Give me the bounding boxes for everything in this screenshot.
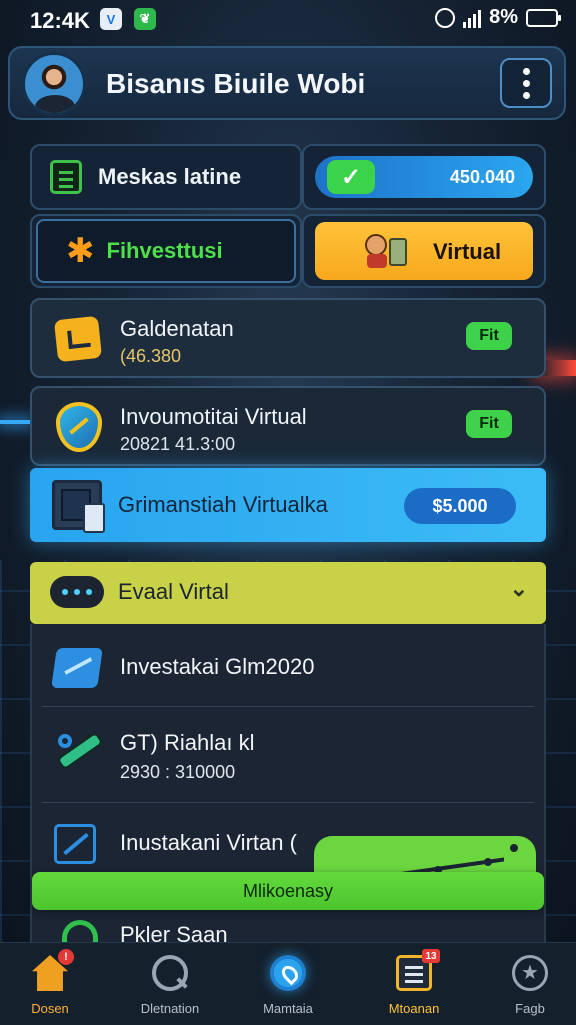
fit-badge[interactable]: Fit [466,410,512,438]
list-item[interactable]: GT) Riahlaı kl 2930 : 310000 [32,722,544,812]
more-menu-button[interactable] [500,58,552,108]
nav-item-home[interactable]: ! Dosen [2,949,98,1023]
card-title: Invoumotitai Virtual [120,404,307,429]
document-icon [50,160,82,194]
nav-label: Fagb [515,1001,545,1016]
virtual-label: Virtual [433,239,502,264]
nav-item-map[interactable]: Mamtaia [240,949,336,1023]
chart-icon [51,648,103,688]
divider [42,802,534,803]
map-icon [270,955,306,991]
nav-label: Dletnation [140,1001,200,1016]
tile-label: Meskas latine [98,164,242,189]
card-subtitle: (46.380 [120,346,182,366]
accordion-header[interactable]: Evaal Virtal ⌄ [30,562,546,624]
trend-icon [54,824,96,864]
accordion-title: Evaal Virtal [118,579,229,604]
nav-label: Mamtaia [263,1001,313,1016]
cloud-icon [50,576,104,608]
status-bar: 12:4K V ❦ 8% [0,0,576,40]
price-button[interactable]: $5.000 [404,488,516,524]
divider [42,706,534,707]
status-indicators: 8% [435,6,561,29]
check-icon: ✓ [327,160,375,194]
shield-icon [56,402,102,452]
highlight-card[interactable]: Grimanstiah Virtualka $5.000 [30,468,546,542]
card-subtitle: 20821 41.3:00 [120,434,236,454]
bottom-nav: ! Dosen Dletnation Mamtaia 13 Mtoanan ★ … [0,942,576,1025]
list-item-title: GT) Riahlaı kl [120,730,255,755]
burst-icon: ✱ [66,232,95,270]
tile-label: Fihvesttusi [106,238,223,263]
avatar[interactable] [22,52,86,116]
battery-percentage: 8% [489,6,518,28]
balance-pill: ✓ 450.040 [315,156,533,198]
action-bar-button[interactable]: Mlikoenasy [32,872,544,910]
status-time: 12:4K [30,8,90,33]
notification-app-icon: V [100,8,122,30]
highlight-title: Grimanstiah Virtualka [118,492,328,517]
page-title: Bisanıs Biuile Wobi [106,68,366,99]
link-icon [54,728,102,768]
star-icon: ★ [512,955,548,991]
list-item-title: Investakai Glm2020 [120,654,315,679]
nav-item-search[interactable]: Dletnation [122,949,218,1023]
invest-button[interactable]: ✱ Fihvesttusi [36,219,296,283]
tile-meskas[interactable]: Meskas latine [30,144,302,210]
card-galdenatan[interactable]: Galdenatan (46.380 Fit [30,298,546,378]
card-title: Galdenatan [120,316,234,341]
nav-label: Dosen [31,1001,69,1016]
balance-value: 450.040 [449,166,515,187]
dot-icon [522,67,530,75]
app-header: Bisanıs Biuile Wobi [8,46,566,120]
list-item-title: Inustakani Virtan ( [120,830,297,855]
nav-item-favorites[interactable]: ★ Fagb [482,949,576,1023]
list-item-subtitle: 2930 : 310000 [120,762,236,782]
signal-icon [463,8,482,28]
neon-light-decoration [0,420,30,424]
list-item[interactable]: Investakai Glm2020 [32,642,544,712]
virtual-button[interactable]: Virtual [315,222,533,280]
notification-badge: 13 [422,949,440,963]
character-icon [363,232,407,270]
nav-label: Mtoanan [388,1001,440,1016]
tile-balance[interactable]: ✓ 450.040 [302,144,546,210]
battery-icon [526,8,561,27]
device-icon [52,480,105,533]
tile-virtual[interactable]: Virtual [302,214,546,288]
notification-badge: ! [58,949,74,965]
dot-icon [522,79,530,87]
chevron-down-icon[interactable]: ⌄ [510,576,528,602]
nav-item-documents[interactable]: 13 Mtoanan [366,949,462,1023]
fit-badge[interactable]: Fit [466,322,512,350]
card-invoumotitai[interactable]: Invoumotitai Virtual 20821 41.3:00 Fit [30,386,546,466]
search-icon [152,955,188,991]
alarm-icon [435,7,456,28]
notification-leaf-icon: ❦ [134,8,156,30]
edit-icon [53,315,103,363]
dot-icon [522,91,530,99]
tile-invest[interactable]: ✱ Fihvesttusi [30,214,302,288]
